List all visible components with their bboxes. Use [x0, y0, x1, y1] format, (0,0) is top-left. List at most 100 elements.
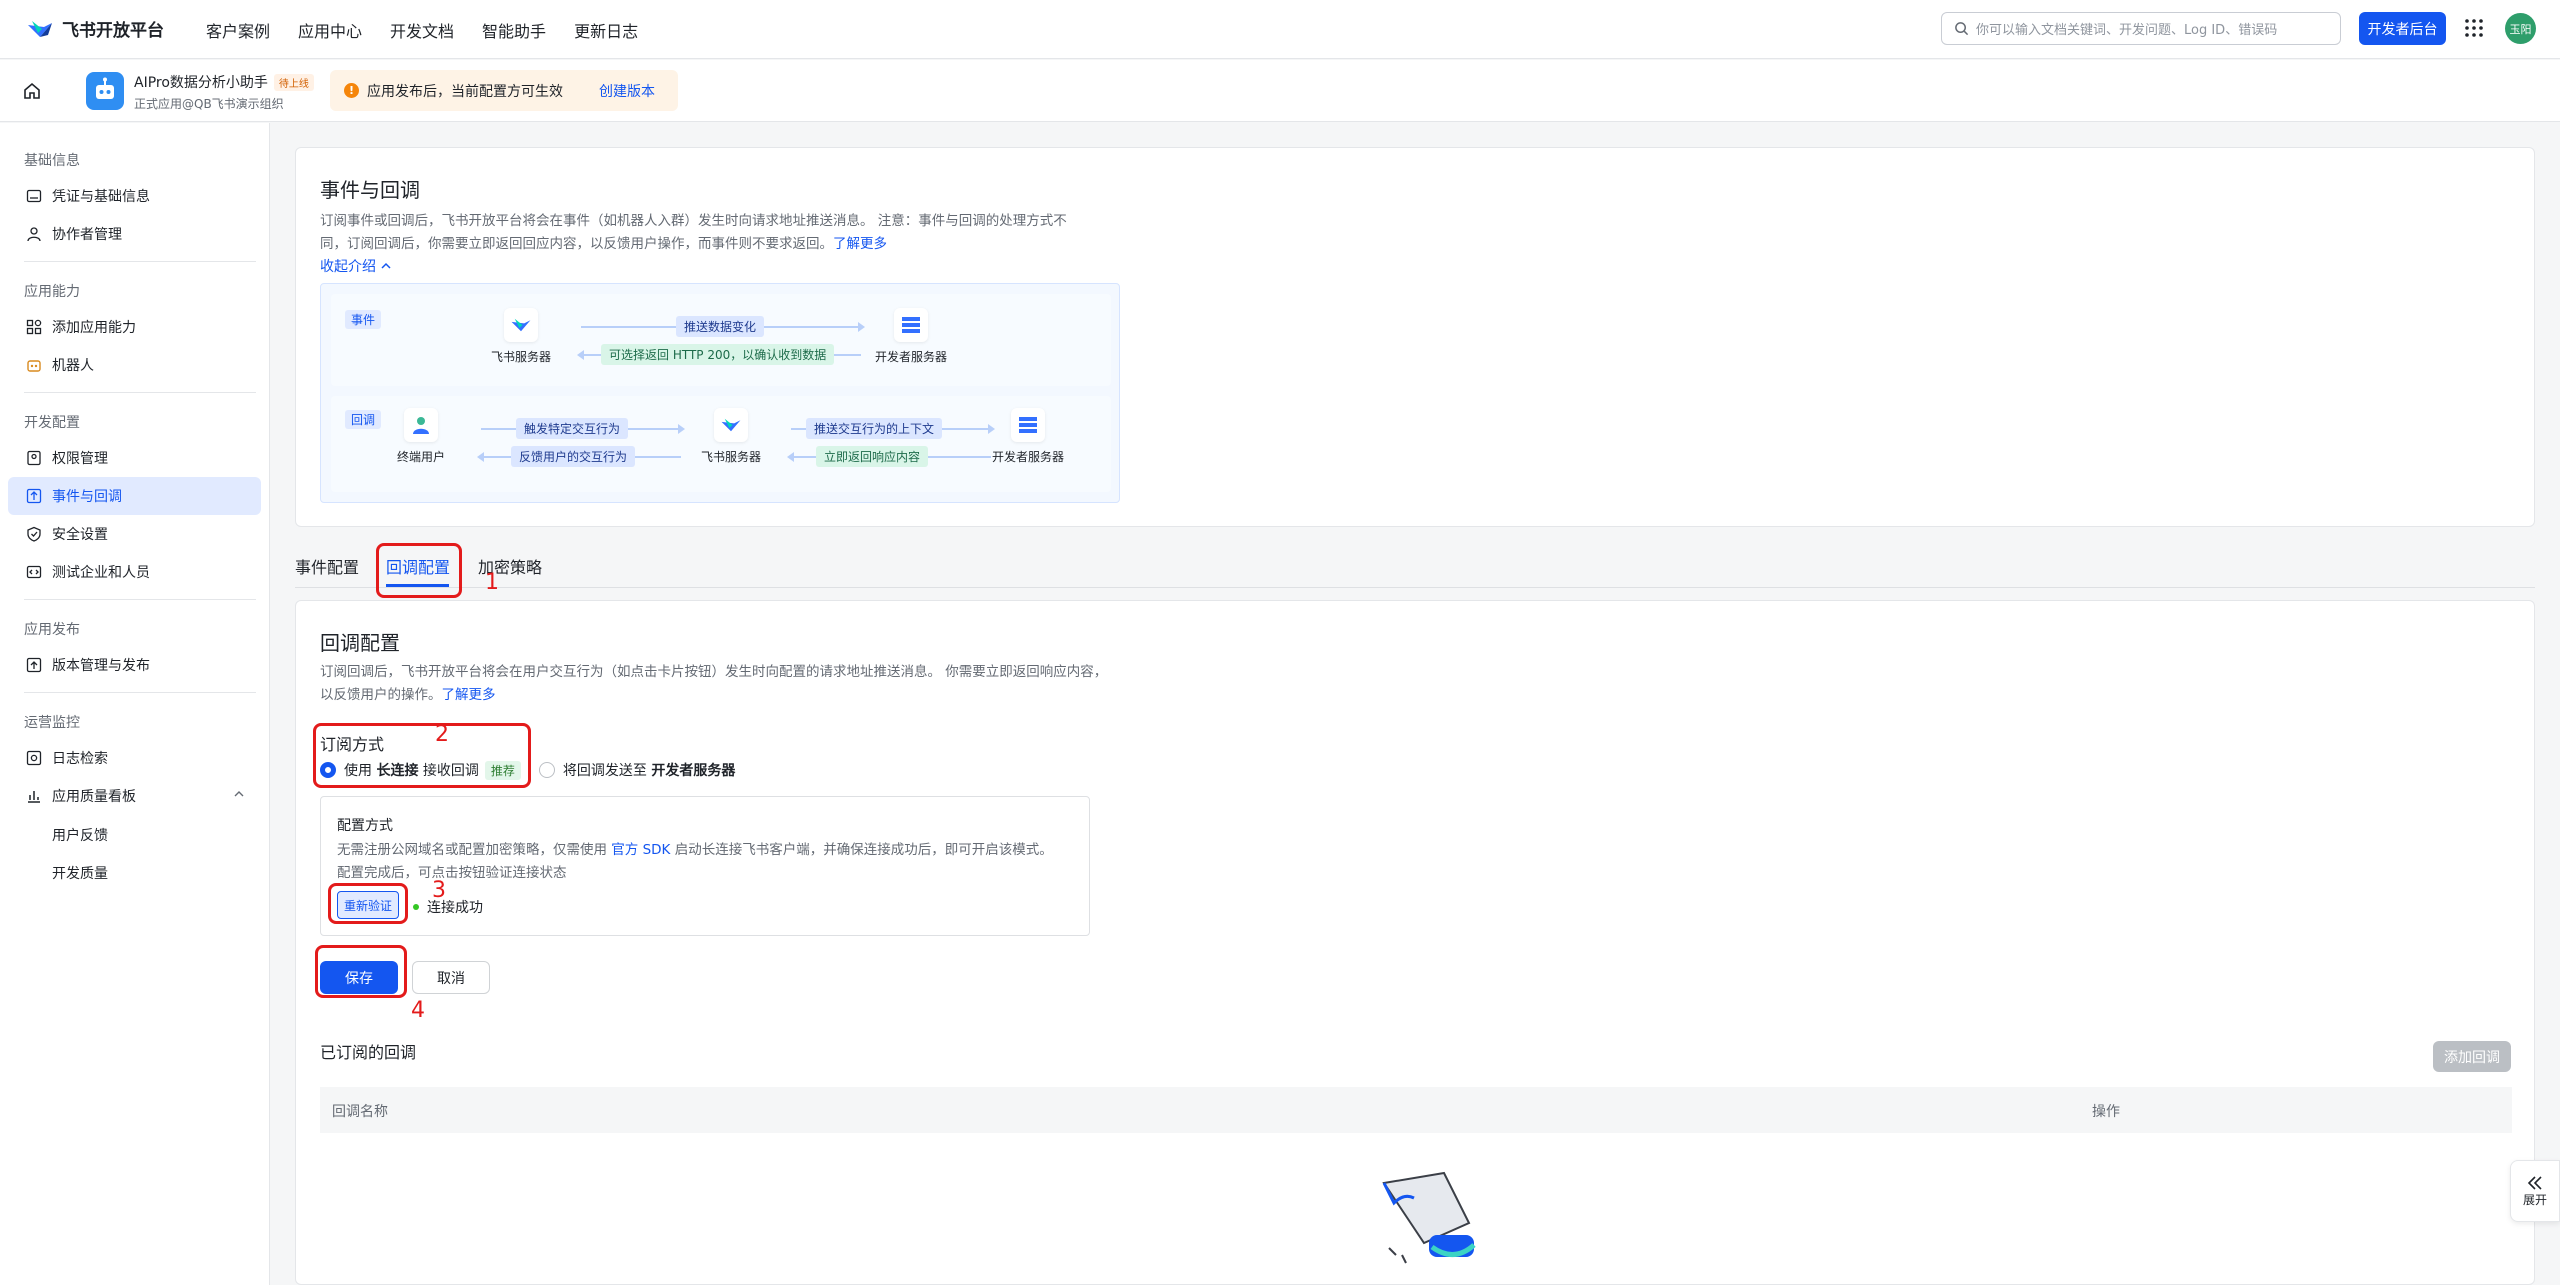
nav-docs[interactable]: 开发文档: [390, 18, 454, 42]
feishu-server-label: 飞书服务器: [700, 450, 761, 464]
apps-icon: [26, 319, 42, 335]
brand-logo[interactable]: 飞书开放平台: [26, 16, 164, 41]
app-title: AIPro数据分析小助手 待上线: [134, 72, 314, 92]
developer-console-button[interactable]: 开发者后台: [2359, 12, 2446, 45]
create-version-link[interactable]: 创建版本: [599, 81, 655, 101]
sidebar-item-logs[interactable]: 日志检索: [8, 739, 261, 777]
table-header: 回调名称 操作: [320, 1087, 2512, 1133]
nav-app-center[interactable]: 应用中心: [298, 18, 362, 42]
dev-server-label: 开发者服务器: [991, 450, 1064, 464]
nav-changelog[interactable]: 更新日志: [574, 18, 638, 42]
sidebar: 基础信息 凭证与基础信息 协作者管理 应用能力 添加应用能力 机器人 开发配置 …: [0, 123, 270, 1285]
feishu-logo-icon: [714, 408, 748, 442]
sidebar-item-label: 凭证与基础信息: [52, 189, 150, 205]
learn-more-link[interactable]: 了解更多: [442, 687, 496, 703]
col-callback-name: 回调名称: [332, 1104, 388, 1120]
chevron-up-icon[interactable]: [233, 788, 245, 804]
event-icon: [26, 488, 42, 504]
intro-description: 订阅事件或回调后，飞书开放平台将会在事件（如机器人入群）发生时向请求地址推送消息…: [320, 210, 1080, 256]
sidebar-item-versions[interactable]: 版本管理与发布: [8, 646, 261, 684]
intro-card: 事件与回调 订阅事件或回调后，飞书开放平台将会在事件（如机器人入群）发生时向请求…: [295, 147, 2535, 527]
home-icon[interactable]: [22, 81, 42, 101]
annotation-box-2: [313, 723, 531, 788]
app-grid-icon[interactable]: [2464, 18, 2484, 38]
add-callback-button[interactable]: 添加回调: [2433, 1041, 2511, 1072]
app-robot-icon: [86, 72, 124, 110]
feishu-server-node: 飞书服务器: [671, 408, 791, 465]
notice-text: 应用发布后，当前配置方可生效: [367, 83, 563, 100]
server-icon: [894, 308, 928, 342]
user-avatar[interactable]: 玉阳: [2505, 13, 2536, 44]
event-tag: 事件: [345, 310, 382, 329]
cancel-button[interactable]: 取消: [412, 961, 490, 994]
nav-cases[interactable]: 客户案例: [206, 18, 270, 42]
sidebar-item-label: 事件与回调: [52, 489, 122, 505]
official-sdk-link[interactable]: 官方 SDK: [611, 842, 670, 858]
learn-more-link[interactable]: 了解更多: [833, 236, 887, 252]
cb-feedback-label: 反馈用户的交互行为: [511, 446, 636, 467]
feishu-logo-icon: [504, 308, 538, 342]
sidebar-item-label: 应用质量看板: [52, 789, 136, 805]
sidebar-divider: [24, 261, 256, 262]
double-chevron-left-icon: [2527, 1175, 2542, 1190]
intro-desc-text: 订阅事件或回调后，飞书开放平台将会在事件（如机器人入群）发生时向请求地址推送消息…: [320, 213, 1067, 252]
sidebar-item-quality[interactable]: 应用质量看板: [8, 777, 261, 815]
radio-unchecked-icon[interactable]: [538, 762, 555, 778]
cb-trigger-label: 触发特定交互行为: [516, 418, 629, 439]
sidebar-divider: [24, 392, 256, 393]
annotation-number-3: 3: [432, 878, 446, 903]
cb-return-label: 立即返回响应内容: [816, 446, 929, 467]
sidebar-group-dev: 开发配置: [24, 415, 80, 431]
sidebar-item-events[interactable]: 事件与回调: [8, 477, 261, 515]
tab-event-config[interactable]: 事件配置: [295, 554, 359, 578]
expand-panel-button[interactable]: 展开: [2510, 1160, 2560, 1222]
sidebar-item-label: 机器人: [52, 358, 94, 374]
event-return-label: 可选择返回 HTTP 200，以确认收到数据: [601, 344, 835, 365]
collapse-intro-button[interactable]: 收起介绍: [320, 256, 392, 276]
cfg-desc-part2: 启动长连接飞书客户端，并确保连接成功后，即可开启该模式。: [670, 842, 1053, 858]
sidebar-group-release: 应用发布: [24, 622, 80, 638]
sidebar-item-credentials[interactable]: 凭证与基础信息: [8, 177, 261, 215]
option2-prefix: 将回调发送至: [562, 763, 652, 779]
server-icon: [1011, 408, 1045, 442]
callback-flow-row: 回调 终端用户 触发特定交互行为 反馈用户的交互行为 飞书服务器 推送交互行为的…: [331, 396, 1111, 492]
release-notice: ! 应用发布后，当前配置方可生效 创建版本: [330, 70, 678, 111]
connection-status: 连接成功: [413, 897, 483, 917]
sidebar-item-add-ability[interactable]: 添加应用能力: [8, 308, 261, 346]
user-icon: [404, 408, 438, 442]
sidebar-item-label: 权限管理: [52, 451, 108, 467]
flow-diagram: 事件 飞书服务器 推送数据变化 可选择返回 HTTP 200，以确认收到数据 开…: [320, 283, 1120, 503]
subscribed-callbacks-title: 已订阅的回调: [320, 1043, 417, 1062]
sidebar-item-bot[interactable]: 机器人: [8, 346, 261, 384]
credentials-icon: [26, 188, 42, 204]
sidebar-item-collaborators[interactable]: 协作者管理: [8, 215, 261, 253]
empty-state-illustration: [1382, 1171, 1476, 1264]
collapse-label: 收起介绍: [320, 259, 376, 275]
upload-icon: [26, 657, 42, 673]
key-icon: [26, 450, 42, 466]
sidebar-item-security[interactable]: 安全设置: [8, 515, 261, 553]
cfg-desc-part3: 配置完成后，可点击按钮验证连接状态: [337, 865, 567, 881]
page-title: 事件与回调: [320, 178, 420, 202]
sidebar-item-test-org[interactable]: 测试企业和人员: [8, 553, 261, 591]
log-icon: [26, 750, 42, 766]
sidebar-divider: [24, 599, 256, 600]
sidebar-item-feedback[interactable]: 用户反馈: [52, 825, 108, 845]
config-method-title: 配置方式: [337, 818, 393, 834]
section-title: 回调配置: [320, 631, 400, 655]
search-placeholder: 你可以输入文档关键词、开发问题、Log ID、错误码: [1976, 23, 2278, 38]
sidebar-item-permissions[interactable]: 权限管理: [8, 439, 261, 477]
sidebar-group-basic: 基础信息: [24, 153, 80, 169]
nav-assistant[interactable]: 智能助手: [482, 18, 546, 42]
annotation-number-4: 4: [411, 998, 425, 1023]
sidebar-item-dev-quality[interactable]: 开发质量: [52, 863, 108, 883]
user-icon: [26, 226, 42, 242]
dev-server-label: 开发者服务器: [874, 350, 947, 364]
sidebar-group-ability: 应用能力: [24, 284, 80, 300]
search-input[interactable]: 你可以输入文档关键词、开发问题、Log ID、错误码: [1941, 12, 2341, 45]
annotation-number-1: 1: [485, 570, 499, 595]
app-header: AIPro数据分析小助手 待上线 正式应用@QB飞书演示组织 ! 应用发布后，当…: [0, 60, 2560, 122]
dev-server-option[interactable]: 将回调发送至 开发者服务器: [538, 760, 735, 780]
feishu-server-node: 飞书服务器: [461, 308, 581, 365]
sidebar-item-label: 测试企业和人员: [52, 565, 150, 581]
